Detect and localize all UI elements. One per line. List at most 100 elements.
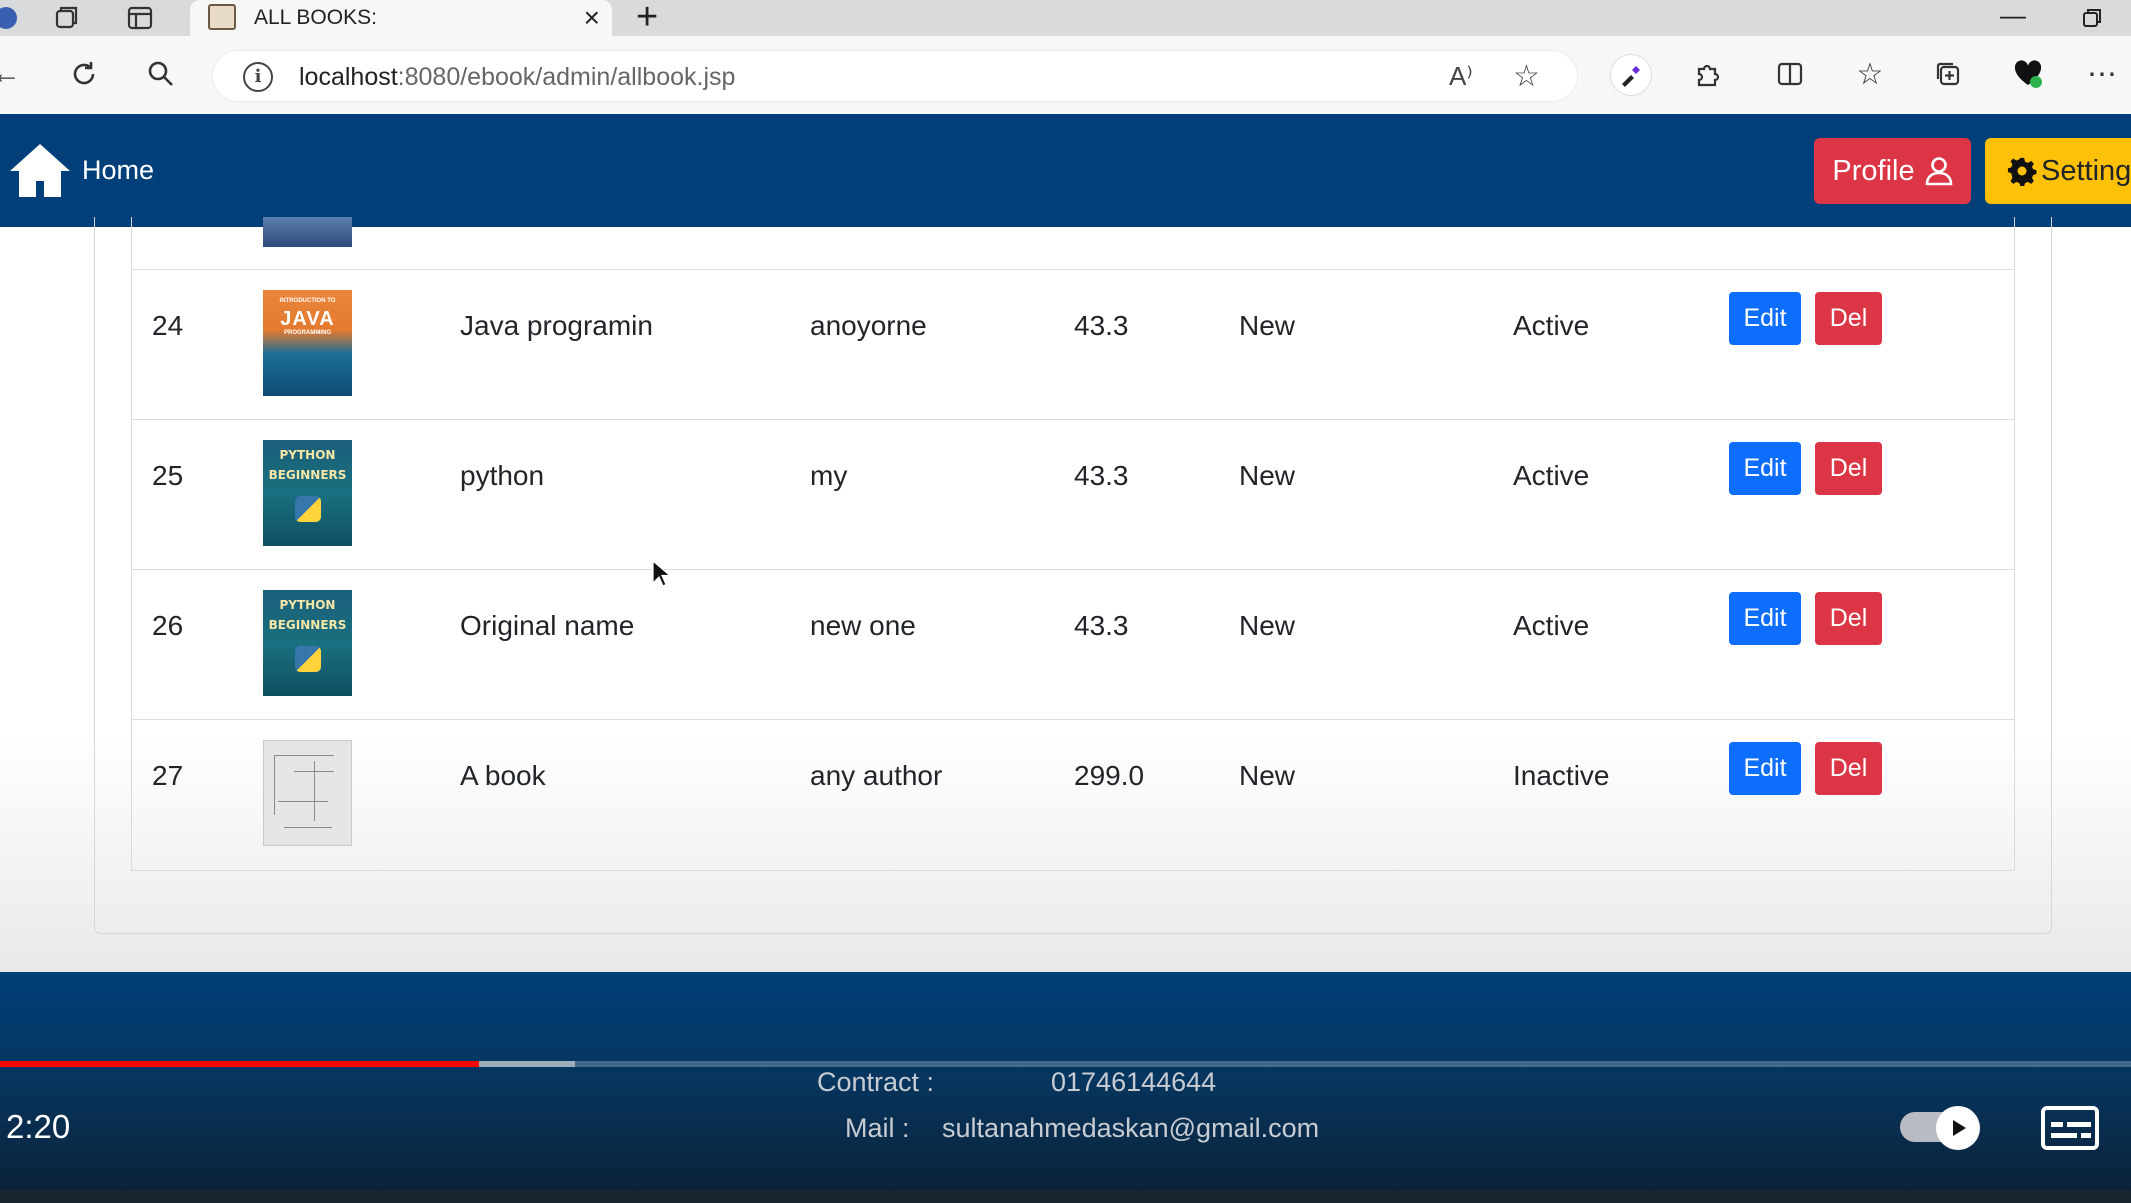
- edit-button[interactable]: Edit: [1729, 442, 1801, 495]
- contact-value: 01746144644: [1051, 1067, 1217, 1097]
- book-status: Inactive: [1513, 760, 1610, 791]
- url-host: localhost: [299, 63, 398, 91]
- book-price: 43.3: [1074, 460, 1129, 491]
- book-id: 26: [152, 610, 184, 641]
- address-url[interactable]: localhost:8080/ebook/admin/allbook.jsp: [299, 63, 735, 92]
- tab-all-books[interactable]: ALL BOOKS: ×: [190, 0, 612, 36]
- tab-actions-icon[interactable]: [124, 2, 156, 34]
- browser-tab-strip: ALL BOOKS: × + —: [0, 0, 2131, 39]
- split-screen-icon[interactable]: [1770, 54, 1810, 94]
- eyedropper-extension-icon[interactable]: [1610, 54, 1652, 96]
- profile-button[interactable]: Profile: [1814, 138, 1971, 204]
- mouse-cursor-icon: [652, 560, 672, 587]
- home-link[interactable]: Home: [8, 138, 154, 202]
- collections-icon[interactable]: [1928, 54, 1968, 94]
- edit-button[interactable]: Edit: [1729, 742, 1801, 795]
- table-row-partial: [132, 217, 2014, 270]
- python-logo-icon: [295, 496, 321, 522]
- setting-label: Setting: [2041, 154, 2131, 187]
- book-status: Active: [1513, 310, 1590, 341]
- browser-toolbar: ← i localhost:8080/ebook/admin/allbook.j…: [0, 36, 2131, 114]
- row-actions: Edit Del: [1729, 742, 1882, 795]
- book-cover-image: INTRODUCTION TO JAVA PROGRAMMING: [263, 290, 352, 396]
- delete-button[interactable]: Del: [1815, 292, 1882, 345]
- book-category: New: [1239, 610, 1296, 641]
- book-cover-image: PYTHON BEGINNERS: [263, 590, 352, 696]
- extensions-icon[interactable]: [1688, 54, 1728, 94]
- url-path: :8080/ebook/admin/allbook.jsp: [397, 63, 736, 91]
- cover-text: INTRODUCTION TO: [279, 298, 336, 304]
- books-table: 24 INTRODUCTION TO JAVA PROGRAMMING Java…: [131, 217, 2015, 871]
- cover-text: PYTHON: [279, 448, 336, 462]
- site-info-icon[interactable]: i: [243, 62, 273, 92]
- restore-icon[interactable]: [2080, 6, 2104, 37]
- home-label: Home: [82, 154, 155, 185]
- book-author: new one: [810, 610, 916, 641]
- table-row: 26 PYTHON BEGINNERS Original name new on…: [132, 570, 2014, 720]
- search-icon[interactable]: [141, 54, 181, 94]
- new-tab-icon[interactable]: +: [636, 0, 658, 39]
- book-name: python: [460, 460, 545, 491]
- app-navbar: Home Profile Setting: [0, 114, 2131, 227]
- cover-text: BEGINNERS: [268, 618, 347, 632]
- table-row: 25 PYTHON BEGINNERS python my 43.3 New A…: [132, 420, 2014, 570]
- minimize-icon[interactable]: —: [2000, 0, 2026, 31]
- table-row: 27 A book any author 299.0 New Inactive …: [132, 720, 2014, 870]
- book-category: New: [1239, 460, 1296, 491]
- book-cover-image: PYTHON BEGINNERS: [263, 440, 352, 546]
- mail-value: sultanahmedaskan@gmail.com: [942, 1113, 1320, 1143]
- read-aloud-icon[interactable]: A⁾: [1449, 61, 1473, 92]
- book-category: New: [1239, 310, 1296, 341]
- page-content: 24 INTRODUCTION TO JAVA PROGRAMMING Java…: [0, 217, 2131, 972]
- bottom-strip: [0, 1190, 2131, 1203]
- book-status: Active: [1513, 610, 1590, 641]
- back-icon[interactable]: ←: [0, 54, 26, 94]
- cover-text: JAVA: [280, 308, 335, 330]
- book-id: 24: [152, 310, 184, 341]
- book-price: 43.3: [1074, 310, 1129, 341]
- refresh-icon[interactable]: [64, 54, 104, 94]
- favorite-star-icon[interactable]: ☆: [1513, 59, 1540, 94]
- book-price: 43.3: [1074, 610, 1129, 641]
- row-actions: Edit Del: [1729, 442, 1882, 495]
- cover-text: BEGINNERS: [268, 468, 347, 482]
- user-icon: [1925, 157, 1952, 186]
- profile-label: Profile: [1832, 154, 1915, 187]
- delete-button[interactable]: Del: [1815, 442, 1882, 495]
- edit-button[interactable]: Edit: [1729, 592, 1801, 645]
- cover-text: PROGRAMMING: [284, 330, 331, 336]
- contact-label: Contract :: [817, 1067, 935, 1097]
- cover-text: PYTHON: [279, 598, 336, 612]
- subtitles-icon[interactable]: [2041, 1106, 2099, 1150]
- setting-button[interactable]: Setting: [1985, 138, 2131, 204]
- video-time: 2:20: [6, 1108, 71, 1145]
- performance-icon[interactable]: [2008, 54, 2048, 94]
- delete-button[interactable]: Del: [1815, 742, 1882, 795]
- books-card: 24 INTRODUCTION TO JAVA PROGRAMMING Java…: [94, 217, 2052, 934]
- video-played-bar: [0, 1061, 480, 1067]
- book-name: Original name: [460, 610, 635, 641]
- workspaces-icon[interactable]: [50, 2, 82, 34]
- book-status: Active: [1513, 460, 1590, 491]
- delete-button[interactable]: Del: [1815, 592, 1882, 645]
- edit-button[interactable]: Edit: [1729, 292, 1801, 345]
- mail-label: Mail :: [845, 1113, 910, 1143]
- more-menu-icon[interactable]: ⋯: [2082, 54, 2122, 94]
- book-author: anoyorne: [810, 310, 927, 341]
- tab-close-icon[interactable]: ×: [584, 2, 600, 34]
- autoplay-play-icon[interactable]: [1936, 1106, 1980, 1150]
- book-name: A book: [460, 760, 546, 791]
- favorites-icon[interactable]: ☆: [1850, 54, 1890, 94]
- browser-profile-icon[interactable]: [0, 2, 22, 34]
- gear-icon: [2007, 157, 2037, 186]
- tab-title: ALL BOOKS:: [254, 6, 377, 29]
- book-author: my: [810, 460, 848, 491]
- home-icon: [8, 141, 72, 199]
- tab-favicon-icon: [208, 4, 236, 30]
- address-bar[interactable]: i localhost:8080/ebook/admin/allbook.jsp…: [212, 50, 1578, 102]
- python-logo-icon: [295, 646, 321, 672]
- row-actions: Edit Del: [1729, 592, 1882, 645]
- row-actions: Edit Del: [1729, 292, 1882, 345]
- book-price: 299.0: [1074, 760, 1145, 791]
- book-id: 25: [152, 460, 184, 491]
